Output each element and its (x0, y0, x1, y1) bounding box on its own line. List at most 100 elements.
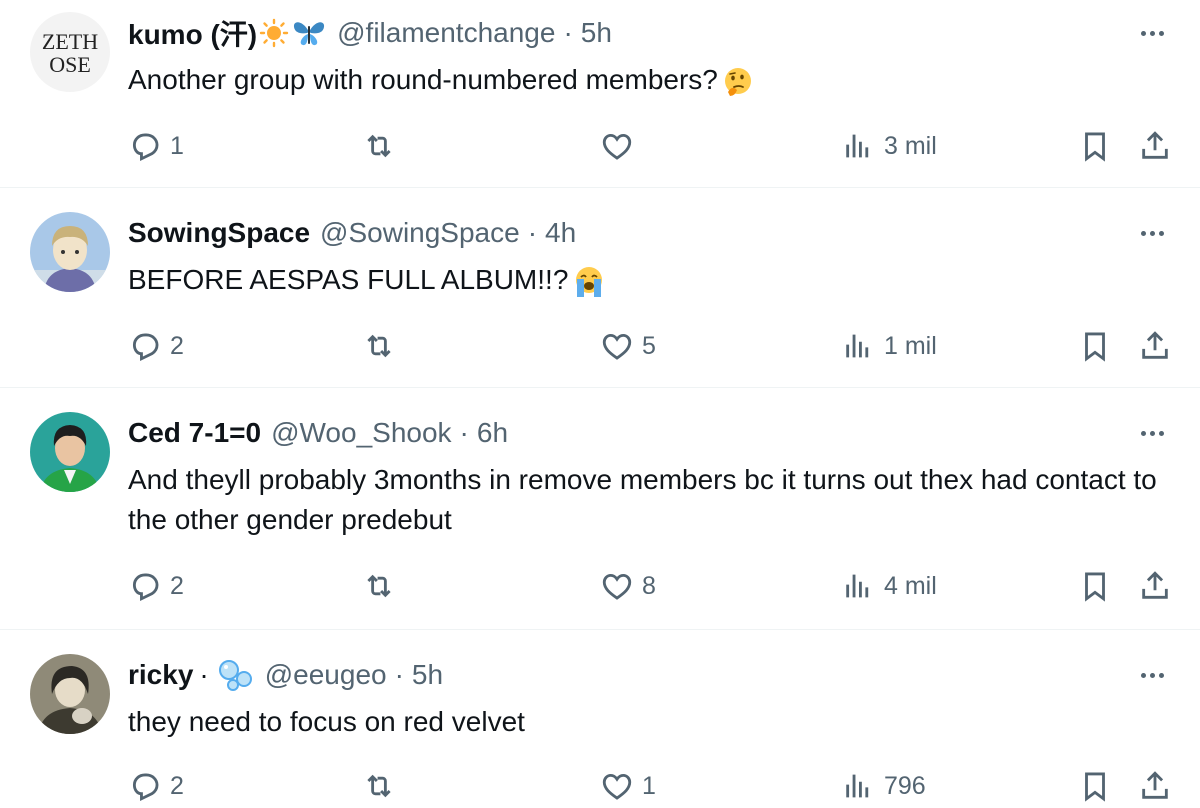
reply-count: 2 (170, 571, 184, 600)
like-button[interactable]: 8 (600, 564, 656, 608)
tweet-text-content: BEFORE AESPAS FULL ALBUM!!? (128, 264, 569, 295)
tweet-4[interactable]: ricky · @eeugeo · 5h they need to focus … (0, 642, 1200, 802)
tweet-text: Another group with round-numbered member… (128, 60, 1168, 100)
more-icon[interactable] (1134, 660, 1170, 690)
avatar-image: ZETH OSE (30, 12, 110, 92)
views-count: 4 mil (884, 571, 937, 600)
bookmark-button[interactable] (1078, 124, 1112, 168)
views-button[interactable]: 4 mil (842, 564, 937, 608)
retweet-button[interactable] (362, 324, 404, 368)
action-bar: 1 3 mil (0, 124, 1200, 168)
views-button[interactable]: 796 (842, 764, 926, 808)
views-icon (846, 134, 869, 158)
share-button[interactable] (1138, 564, 1172, 608)
retweet-button[interactable] (362, 764, 404, 808)
tweet-header: SowingSpace @SowingSpace · 4h (128, 213, 576, 253)
reply-count: 1 (170, 131, 184, 160)
views-count: 796 (884, 771, 926, 800)
bookmark-button[interactable] (1078, 764, 1112, 808)
reply-button[interactable]: 2 (128, 324, 184, 368)
handle[interactable]: @Woo_Shook (271, 417, 451, 449)
bookmark-icon (1085, 132, 1105, 162)
timestamp[interactable]: 6h (477, 417, 508, 449)
like-icon (602, 333, 632, 360)
avatar[interactable]: ZETH OSE (30, 12, 110, 92)
reply-button[interactable]: 2 (128, 764, 184, 808)
retweet-button[interactable] (362, 564, 404, 608)
share-button[interactable] (1138, 324, 1172, 368)
views-icon (846, 574, 869, 598)
avatar-image (30, 654, 110, 734)
share-icon (1142, 771, 1168, 799)
views-button[interactable]: 3 mil (842, 124, 937, 168)
timestamp[interactable]: 5h (581, 17, 612, 49)
display-name[interactable]: SowingSpace (128, 217, 310, 249)
name-separator-dot: · (199, 659, 209, 690)
bookmark-icon (1085, 332, 1105, 362)
views-count: 3 mil (884, 131, 937, 160)
avatar[interactable] (30, 654, 110, 734)
handle[interactable]: @SowingSpace (320, 217, 520, 249)
bookmark-button[interactable] (1078, 324, 1112, 368)
like-count: 8 (642, 571, 656, 600)
like-button[interactable]: 5 (600, 324, 656, 368)
tweet-3[interactable]: Ced 7-1=0 @Woo_Shook · 6h And theyll pro… (0, 400, 1200, 630)
display-name[interactable]: Ced 7-1=0 (128, 417, 261, 449)
like-icon (602, 133, 632, 160)
reply-count: 2 (170, 331, 184, 360)
separator-dot: · (459, 417, 469, 448)
handle[interactable]: @eeugeo (265, 659, 387, 691)
reply-button[interactable]: 1 (128, 124, 184, 168)
share-button[interactable] (1138, 764, 1172, 808)
retweet-icon (367, 134, 391, 158)
tweet-header: Ced 7-1=0 @Woo_Shook · 6h (128, 413, 508, 453)
retweet-icon (367, 774, 391, 798)
tweet-2[interactable]: SowingSpace @SowingSpace · 4h BEFORE AES… (0, 200, 1200, 388)
more-icon[interactable] (1134, 418, 1170, 448)
share-icon (1142, 571, 1168, 599)
share-button[interactable] (1138, 124, 1172, 168)
reply-count: 2 (170, 771, 184, 800)
share-icon (1142, 331, 1168, 359)
views-button[interactable]: 1 mil (842, 324, 937, 368)
avatar[interactable] (30, 412, 110, 492)
display-name[interactable]: ricky (128, 659, 193, 691)
avatar[interactable] (30, 212, 110, 292)
timestamp[interactable]: 4h (545, 217, 576, 249)
views-icon (846, 334, 869, 358)
like-count: 5 (642, 331, 656, 360)
tweet-header: ricky · @eeugeo · 5h (128, 655, 443, 695)
tweet-1[interactable]: ZETH OSE kumo (汗) @filamentchange · 5h A… (0, 0, 1200, 188)
action-bar: 2 1 796 (0, 764, 1200, 808)
more-icon[interactable] (1134, 18, 1170, 48)
loudly-crying-face-emoji (576, 266, 603, 297)
reply-icon (132, 773, 159, 802)
more-icon[interactable] (1134, 218, 1170, 248)
reply-icon (132, 333, 159, 362)
thinking-face-emoji (724, 67, 751, 96)
tweet-text: BEFORE AESPAS FULL ALBUM!!? (128, 260, 1168, 300)
separator-dot: · (394, 659, 404, 690)
timestamp[interactable]: 5h (412, 659, 443, 691)
like-icon (602, 773, 632, 800)
avatar-image (30, 212, 110, 292)
display-name[interactable]: kumo (汗) (128, 13, 257, 53)
tweet-text-content: Another group with round-numbered member… (128, 64, 718, 95)
like-button[interactable] (600, 124, 642, 168)
separator-dot: · (563, 17, 573, 48)
bookmark-icon (1085, 772, 1105, 802)
handle[interactable]: @filamentchange (337, 17, 555, 49)
views-icon (846, 774, 869, 798)
bubbles-emoji (218, 660, 252, 691)
bookmark-button[interactable] (1078, 564, 1112, 608)
share-icon (1142, 131, 1168, 159)
bookmark-icon (1085, 572, 1105, 602)
sun-emoji (259, 18, 289, 48)
retweet-icon (367, 334, 391, 358)
like-button[interactable]: 1 (600, 764, 656, 808)
avatar-logo-text-bottom: OSE (49, 52, 91, 77)
retweet-button[interactable] (362, 124, 404, 168)
reply-button[interactable]: 2 (128, 564, 184, 608)
reply-feed: ZETH OSE kumo (汗) @filamentchange · 5h A… (0, 0, 1200, 802)
tweet-text-content: And theyll probably 3months in remove me… (128, 464, 1157, 535)
